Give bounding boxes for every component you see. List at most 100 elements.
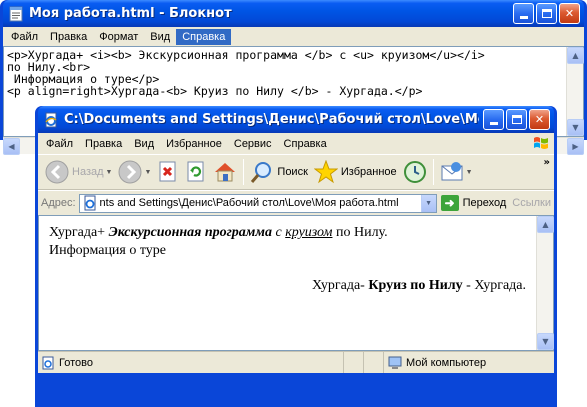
menu-favorites[interactable]: Избранное: [160, 136, 228, 152]
notepad-menubar: Файл Правка Формат Вид Справка: [3, 27, 584, 46]
address-url: nts and Settings\Денис\Рабочий стол\Love…: [99, 197, 399, 209]
minimize-icon: [519, 16, 528, 19]
vertical-scrollbar[interactable]: ▲ ▼: [566, 47, 584, 136]
go-arrow-icon: ➜: [440, 195, 459, 211]
refresh-button[interactable]: [182, 157, 210, 187]
menu-format[interactable]: Формат: [93, 29, 144, 45]
minimize-button[interactable]: [483, 109, 504, 130]
chevron-down-icon[interactable]: ▼: [144, 169, 151, 176]
scroll-left-button[interactable]: ◀: [3, 138, 20, 155]
scroll-right-button[interactable]: ▶: [567, 138, 584, 155]
computer-icon: [388, 356, 402, 369]
home-button[interactable]: [210, 157, 240, 187]
close-icon: ✕: [534, 113, 545, 126]
notepad-icon: [9, 6, 23, 21]
forward-button[interactable]: ▼: [115, 157, 154, 187]
page-text: Хургада+: [49, 225, 109, 240]
status-bar: Готово Мой компьютер: [38, 351, 554, 373]
mail-icon: [441, 162, 463, 181]
page-text: по Нилу.: [332, 225, 388, 240]
chevron-down-icon[interactable]: ▼: [466, 169, 473, 176]
home-icon: [215, 163, 236, 182]
maximize-icon: [511, 115, 522, 124]
ie-page-icon: [84, 195, 96, 211]
search-button[interactable]: Поиск: [247, 157, 310, 187]
windows-flag-icon: [534, 137, 548, 149]
back-button[interactable]: Назад ▼: [42, 157, 115, 187]
minimize-icon: [489, 122, 498, 125]
ie-content-area: Хургада+ Экскурсионная программа с круиз…: [38, 215, 554, 351]
menu-edit[interactable]: Правка: [44, 29, 93, 45]
ie-window: C:\Documents and Settings\Денис\Рабочий …: [35, 106, 557, 407]
scroll-up-button[interactable]: ▲: [537, 216, 554, 233]
paragraph-2: Хургада- Круиз по Нилу - Хургада.: [49, 277, 526, 295]
history-button[interactable]: [400, 157, 430, 187]
stop-icon: [159, 161, 176, 182]
notepad-title-bar[interactable]: Моя работа.html - Блокнот ✕: [3, 0, 584, 27]
maximize-button[interactable]: [536, 3, 557, 24]
menu-edit[interactable]: Правка: [79, 136, 128, 152]
status-panel: [344, 352, 364, 373]
chevron-down-icon[interactable]: ▼: [106, 169, 113, 176]
go-button[interactable]: ➜ Переход: [440, 195, 507, 211]
notepad-title: Моя работа.html - Блокнот: [29, 6, 232, 21]
address-input[interactable]: nts and Settings\Денис\Рабочий стол\Love…: [78, 193, 437, 213]
menu-help[interactable]: Справка: [278, 136, 333, 152]
status-zone: Мой компьютер: [384, 352, 554, 373]
history-icon: [403, 161, 426, 183]
address-label: Адрес:: [41, 197, 76, 209]
ie-title: C:\Documents and Settings\Денис\Рабочий …: [64, 112, 479, 127]
back-icon: [45, 160, 69, 184]
page-text: Информация о туре: [49, 243, 167, 258]
address-dropdown-button[interactable]: ▼: [420, 194, 436, 212]
links-button[interactable]: Ссылки: [512, 197, 551, 209]
ie-page-icon: [42, 356, 54, 369]
scroll-down-button[interactable]: ▼: [567, 119, 584, 136]
status-panel: [364, 352, 384, 373]
minimize-button[interactable]: [513, 3, 534, 24]
favorites-button[interactable]: Избранное: [311, 157, 400, 187]
menu-view[interactable]: Вид: [128, 136, 160, 152]
address-bar: Адрес: nts and Settings\Денис\Рабочий ст…: [38, 190, 554, 215]
scroll-down-button[interactable]: ▼: [537, 333, 554, 350]
menu-file[interactable]: Файл: [40, 136, 79, 152]
close-button[interactable]: ✕: [559, 3, 580, 24]
page-italic-text: с: [271, 225, 286, 240]
web-page: Хургада+ Экскурсионная программа с круиз…: [39, 216, 536, 350]
page-text: - Хургада.: [462, 278, 526, 293]
ie-menubar: Файл Правка Вид Избранное Сервис Справка: [38, 133, 554, 154]
stop-button[interactable]: [154, 157, 182, 187]
maximize-button[interactable]: [506, 109, 527, 130]
page-text: Хургада-: [311, 278, 369, 293]
zone-text: Мой компьютер: [406, 356, 487, 369]
ie-page-icon: [45, 112, 57, 127]
forward-icon: [118, 160, 142, 184]
menu-tools[interactable]: Сервис: [228, 136, 278, 152]
text-line: <p align=right>Хургада-<b> Круиз по Нилу…: [7, 84, 423, 98]
status-main: Готово: [41, 352, 344, 373]
close-icon: ✕: [564, 7, 575, 20]
favorites-label: Избранное: [340, 166, 397, 178]
ie-title-bar[interactable]: C:\Documents and Settings\Денис\Рабочий …: [38, 106, 554, 133]
paragraph-1: Хургада+ Экскурсионная программа с круиз…: [49, 224, 526, 260]
ie-toolbar: Назад ▼ ▼ Поиск Избранное ▼ »: [38, 154, 554, 190]
page-bold-text: Круиз по Нилу: [368, 278, 463, 293]
menu-file[interactable]: Файл: [5, 29, 44, 45]
refresh-icon: [187, 161, 204, 182]
toolbar-separator: [432, 159, 434, 185]
page-underlined-text: круизом: [285, 225, 333, 240]
menu-help[interactable]: Справка: [176, 28, 232, 45]
menu-view[interactable]: Вид: [144, 29, 176, 45]
toolbar-more-chevron[interactable]: »: [544, 157, 550, 168]
page-bold-italic-text: Экскурсионная программа: [108, 225, 272, 240]
search-label: Поиск: [277, 166, 308, 178]
close-button[interactable]: ✕: [529, 109, 550, 130]
scroll-up-button[interactable]: ▲: [567, 47, 584, 64]
search-icon: [251, 162, 272, 183]
vertical-scrollbar[interactable]: ▲ ▼: [536, 216, 554, 350]
go-label: Переход: [462, 197, 507, 209]
favorites-star-icon: [313, 160, 338, 184]
maximize-icon: [541, 9, 552, 18]
toolbar-separator: [243, 159, 245, 185]
mail-button[interactable]: ▼: [437, 157, 476, 187]
